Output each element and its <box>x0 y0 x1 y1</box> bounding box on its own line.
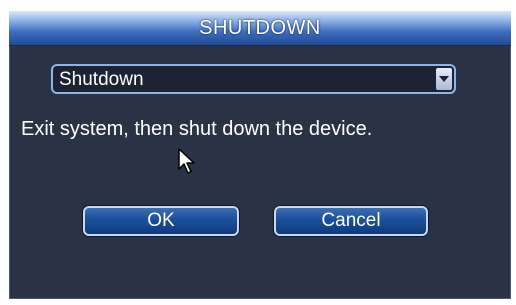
cancel-button[interactable]: Cancel <box>274 206 428 236</box>
dialog-title: SHUTDOWN <box>199 17 321 39</box>
shutdown-description: Exit system, then shut down the device. <box>21 118 373 140</box>
dialog-title-bar: SHUTDOWN <box>9 11 511 46</box>
shutdown-dialog: SHUTDOWN Shutdown Exit system, then shut… <box>9 11 511 299</box>
shutdown-mode-select[interactable]: Shutdown <box>51 64 456 94</box>
shutdown-mode-value: Shutdown <box>59 69 144 90</box>
ok-button[interactable]: OK <box>83 206 239 236</box>
mouse-cursor-icon <box>178 148 195 174</box>
chevron-down-icon[interactable] <box>436 68 452 90</box>
